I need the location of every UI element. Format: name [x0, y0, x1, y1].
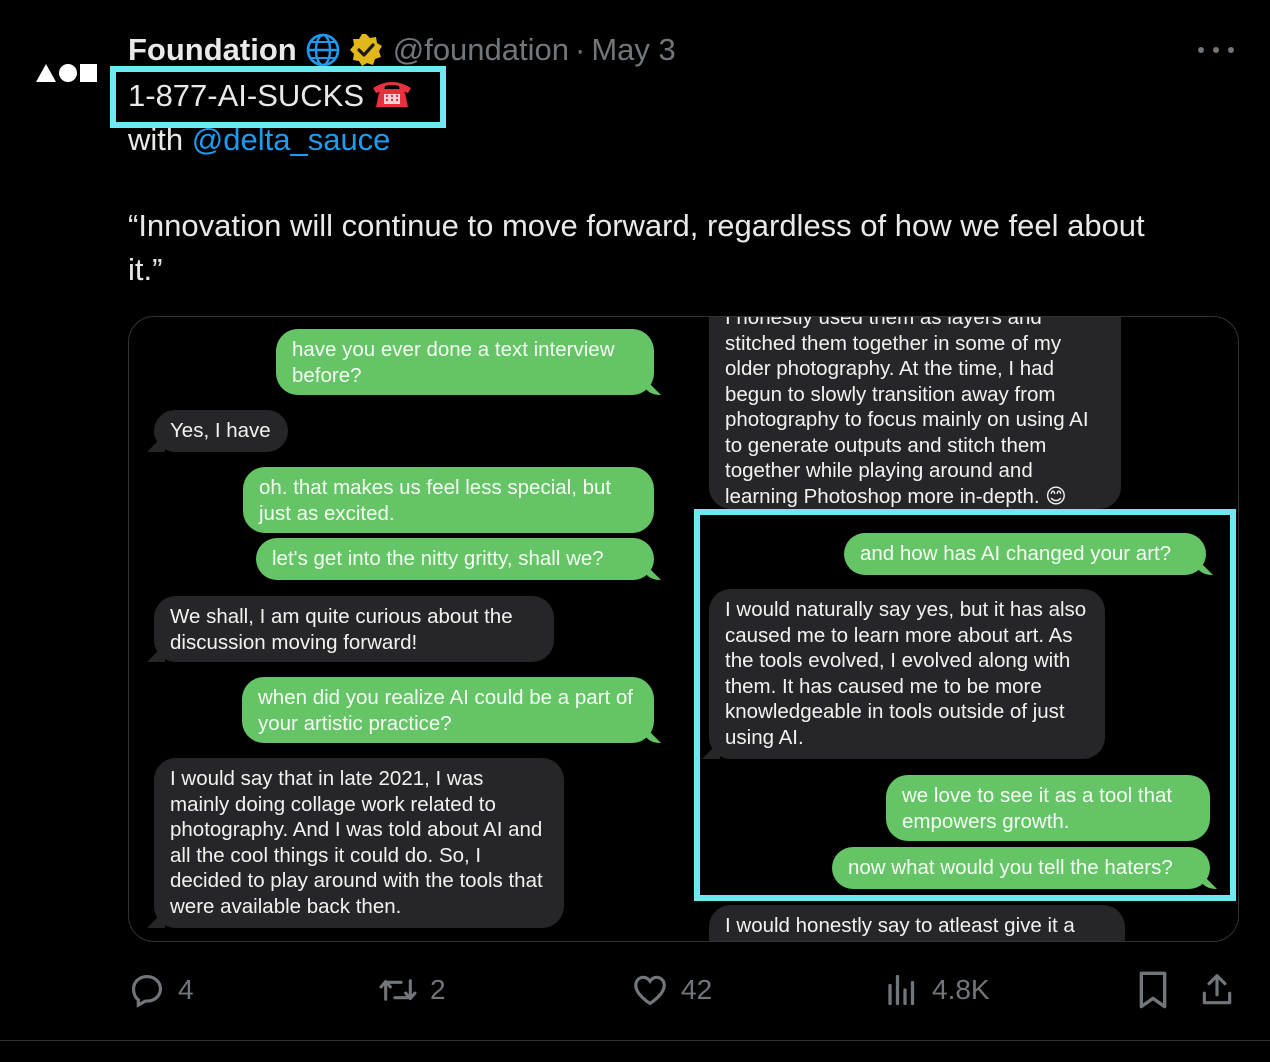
views-icon	[888, 974, 915, 1006]
message-sent: oh. that makes us feel less special, but…	[243, 467, 654, 533]
message-received: Yes, I have	[154, 410, 288, 452]
message-sent: have you ever done a text interview befo…	[276, 329, 654, 395]
reply-count: 4	[178, 974, 194, 1005]
tweet-header: Foundation @foundation · May 3	[128, 30, 676, 70]
like-count: 42	[681, 974, 713, 1005]
tweet-quote-line-2: it.”	[128, 252, 163, 287]
message-received: I would honestly say to atleast give it …	[709, 905, 1125, 941]
views-count: 4.8K	[932, 974, 990, 1005]
more-dot-icon	[1228, 47, 1234, 53]
message-sent: let's get into the nitty gritty, shall w…	[256, 538, 654, 580]
repost-button[interactable]: 2	[378, 968, 446, 1012]
bookmark-button[interactable]	[1136, 968, 1170, 1012]
verified-gold-icon[interactable]	[349, 33, 383, 67]
message-received: I honestly used them as layers and stitc…	[709, 317, 1121, 509]
separator: ·	[575, 32, 586, 67]
tweet-with-line: with @delta_sauce	[128, 118, 390, 162]
reply-highlight-box	[694, 509, 1236, 901]
message-sent: when did you realize AI could be a part …	[242, 677, 654, 743]
share-icon	[1202, 974, 1232, 1005]
with-text: with	[128, 122, 184, 157]
like-icon	[634, 975, 666, 1006]
views-button[interactable]: 4.8K	[884, 968, 990, 1012]
more-dot-icon	[1213, 47, 1219, 53]
message-received: We shall, I am quite curious about the d…	[154, 596, 554, 662]
mention-link[interactable]: @delta_sauce	[192, 122, 391, 157]
avatar[interactable]	[24, 30, 110, 116]
repost-count: 2	[430, 974, 446, 1005]
action-bar: 4 2 42 4.8K	[128, 968, 1238, 1012]
reply-icon	[131, 974, 163, 1008]
tweet-divider	[0, 1040, 1270, 1041]
reply-button[interactable]: 4	[128, 968, 194, 1012]
repost-icon	[379, 979, 417, 1001]
globe-icon	[305, 32, 341, 68]
foundation-logo-icon	[36, 64, 97, 82]
bookmark-icon	[1139, 971, 1167, 1009]
display-name[interactable]: Foundation	[128, 32, 297, 68]
post-date[interactable]: May 3	[591, 32, 675, 68]
more-dot-icon	[1198, 47, 1204, 53]
more-options-button[interactable]	[1198, 38, 1234, 62]
message-received: I would say that in late 2021, I was mai…	[154, 758, 564, 928]
share-button[interactable]	[1198, 968, 1236, 1012]
tweet-quote-line-1: “Innovation will continue to move forwar…	[128, 208, 1145, 243]
like-button[interactable]: 42	[631, 968, 712, 1012]
handle[interactable]: @foundation	[393, 32, 569, 68]
